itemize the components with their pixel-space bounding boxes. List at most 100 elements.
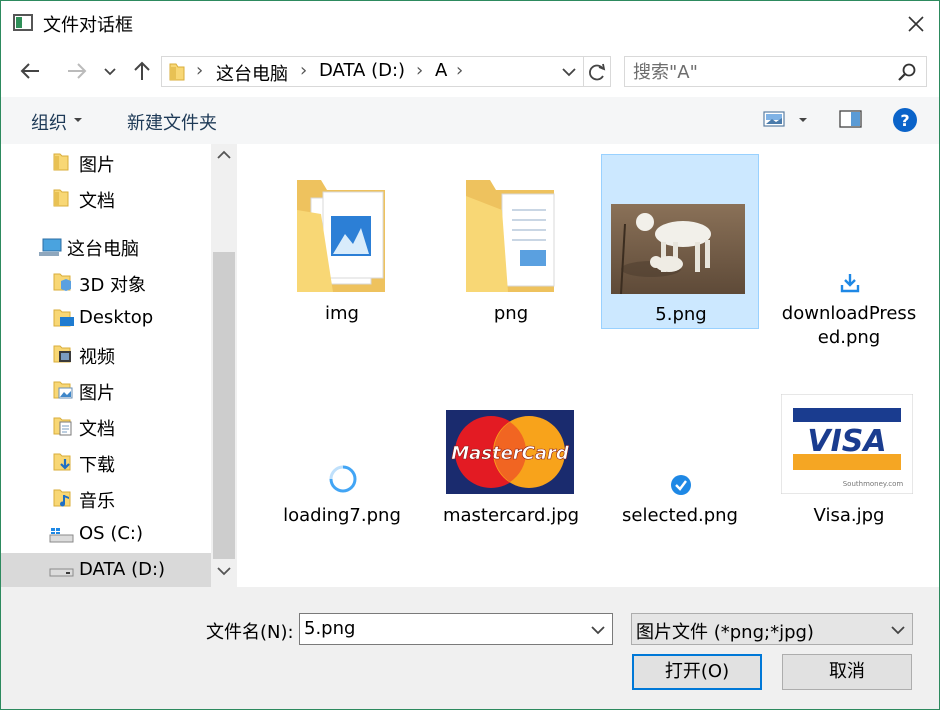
- sidebar-item-downloads[interactable]: 下载: [1, 445, 211, 481]
- forward-arrow-icon: [68, 63, 87, 79]
- sidebar-item-label: 文档: [79, 191, 115, 212]
- sidebar-item-desktop[interactable]: Desktop: [1, 301, 211, 337]
- sidebar-item-label: 文档: [79, 419, 115, 440]
- open-button[interactable]: 打开(O): [632, 654, 762, 690]
- file-name: png: [493, 303, 529, 324]
- watermark-text: Southmoney.com: [843, 480, 904, 488]
- sidebar-item-label: 图片: [79, 155, 115, 176]
- sidebar-item-this-pc[interactable]: 这台电脑: [1, 229, 211, 265]
- desktop-folder-icon: [53, 309, 74, 327]
- filename-input[interactable]: 5.png: [299, 613, 613, 645]
- file-type-value: 图片文件 (*png;*jpg): [636, 622, 814, 643]
- file-tile-img-folder[interactable]: img: [263, 154, 421, 329]
- computer-icon: [39, 238, 62, 256]
- breadcrumb-folder-a[interactable]: A: [435, 60, 447, 81]
- breadcrumb-separator: ›: [416, 60, 424, 81]
- file-name: Visa.jpg: [813, 505, 885, 526]
- breadcrumb-drive-d[interactable]: DATA (D:): [319, 60, 405, 81]
- file-tile-downloadpressed-png[interactable]: downloadPress ed.png: [770, 154, 928, 354]
- app-window-icon: [13, 14, 33, 31]
- sidebar-item-3d-objects[interactable]: 3D 对象: [1, 265, 211, 301]
- address-bar[interactable]: › 这台电脑 › DATA (D:) › A ›: [161, 56, 584, 87]
- sidebar-item-label: 音乐: [79, 491, 115, 512]
- close-button[interactable]: [901, 9, 931, 39]
- sidebar-item-os-c[interactable]: OS (C:): [1, 517, 211, 553]
- file-name-line-1: downloadPress: [781, 303, 917, 324]
- refresh-icon: [589, 63, 606, 81]
- command-toolbar: 组织 新建文件夹 ?: [1, 97, 939, 144]
- view-options-icon[interactable]: [763, 109, 785, 129]
- view-menu-caret-icon[interactable]: [798, 117, 808, 125]
- breadcrumb-this-pc[interactable]: 这台电脑: [216, 60, 288, 86]
- cancel-button[interactable]: 取消: [782, 654, 912, 690]
- videos-folder-icon: [53, 345, 71, 363]
- recent-locations-button[interactable]: [99, 57, 127, 85]
- up-button[interactable]: [128, 57, 156, 85]
- forward-button[interactable]: [63, 57, 91, 85]
- chevron-down-icon: [891, 626, 905, 635]
- filename-value[interactable]: 5.png: [304, 618, 355, 639]
- 3d-objects-folder-icon: [53, 273, 71, 291]
- filename-label: 文件名(N):: [206, 622, 294, 643]
- organize-menu-button[interactable]: 组织: [31, 109, 67, 135]
- scroll-up-arrow-icon[interactable]: [217, 150, 231, 160]
- windows-drive-icon: [49, 528, 74, 543]
- sidebar-item-music[interactable]: 音乐: [1, 481, 211, 517]
- file-name: img: [325, 303, 359, 324]
- caret-down-icon: [74, 118, 82, 122]
- pictures-folder-icon: [297, 180, 385, 292]
- sidebar-item-pictures[interactable]: 图片: [1, 373, 211, 409]
- navigation-pane: 图片 文档 这台电脑 3D 对象 Desktop 视频 图片 文档 下载 音乐 …: [1, 144, 237, 587]
- file-tile-png-folder[interactable]: png: [432, 154, 590, 329]
- sidebar-item-pictures-quick[interactable]: 图片: [1, 145, 211, 181]
- sidebar-item-label: OS (C:): [79, 523, 143, 544]
- refresh-button[interactable]: [584, 56, 611, 87]
- sidebar-item-videos[interactable]: 视频: [1, 337, 211, 373]
- file-tile-loading7-png[interactable]: loading7.png: [263, 390, 421, 540]
- check-circle-icon: [671, 475, 691, 495]
- search-input[interactable]: [633, 60, 883, 84]
- file-tile-visa-jpg[interactable]: VISA Southmoney.com Visa.jpg: [770, 390, 928, 540]
- sidebar-item-documents[interactable]: 文档: [1, 409, 211, 445]
- mastercard-logo: MasterCard: [444, 408, 576, 496]
- file-name: loading7.png: [283, 505, 401, 526]
- scrollbar-thumb[interactable]: [213, 252, 235, 559]
- svg-text:?: ?: [900, 111, 909, 130]
- search-icon[interactable]: [897, 62, 917, 82]
- search-box[interactable]: [624, 56, 927, 87]
- sidebar-item-label: 图片: [79, 383, 115, 404]
- folder-icon: [53, 153, 69, 171]
- breadcrumb-separator: ›: [196, 60, 204, 81]
- address-history-dropdown[interactable]: [560, 63, 578, 81]
- sidebar-item-label: DATA (D:): [79, 559, 166, 580]
- folder-icon: [466, 180, 555, 292]
- file-name: selected.png: [622, 505, 738, 526]
- preview-pane-icon[interactable]: [839, 109, 863, 129]
- navigation-bar: › 这台电脑 › DATA (D:) › A ›: [1, 45, 939, 97]
- breadcrumb-separator: ›: [300, 60, 308, 81]
- sidebar-item-label: 这台电脑: [67, 239, 139, 260]
- sidebar-item-data-d[interactable]: DATA (D:): [1, 553, 211, 587]
- file-tile-selected-png[interactable]: selected.png: [601, 390, 759, 540]
- sidebar-item-label: 3D 对象: [79, 275, 147, 296]
- downloads-folder-icon: [53, 453, 71, 471]
- new-folder-button[interactable]: 新建文件夹: [127, 109, 217, 135]
- sidebar-scrollbar[interactable]: [211, 144, 237, 587]
- file-tile-5-png[interactable]: 5.png: [601, 154, 759, 329]
- title-bar: 文件对话框: [1, 1, 939, 45]
- drive-icon: [49, 568, 74, 577]
- file-list-view: img png 5.png downloadPress ed.png loadi…: [237, 144, 939, 587]
- back-button[interactable]: [17, 57, 45, 85]
- help-icon[interactable]: ?: [892, 107, 918, 133]
- folder-icon: [169, 63, 185, 81]
- sidebar-item-label: 视频: [79, 347, 115, 368]
- file-tile-mastercard-jpg[interactable]: MasterCard mastercard.jpg: [432, 390, 590, 540]
- sidebar-item-label: Desktop: [79, 307, 154, 328]
- sidebar-item-label: 下载: [79, 455, 115, 476]
- folder-icon: [53, 189, 69, 207]
- file-type-select[interactable]: 图片文件 (*png;*jpg): [631, 613, 913, 645]
- file-dialog-window: 文件对话框 › 这台电脑 › DATA (D:) › A › 搜索"A" 组织 …: [0, 0, 940, 710]
- filename-history-dropdown-icon[interactable]: [590, 623, 606, 637]
- sidebar-item-documents-quick[interactable]: 文档: [1, 181, 211, 217]
- scroll-down-arrow-icon[interactable]: [217, 566, 231, 576]
